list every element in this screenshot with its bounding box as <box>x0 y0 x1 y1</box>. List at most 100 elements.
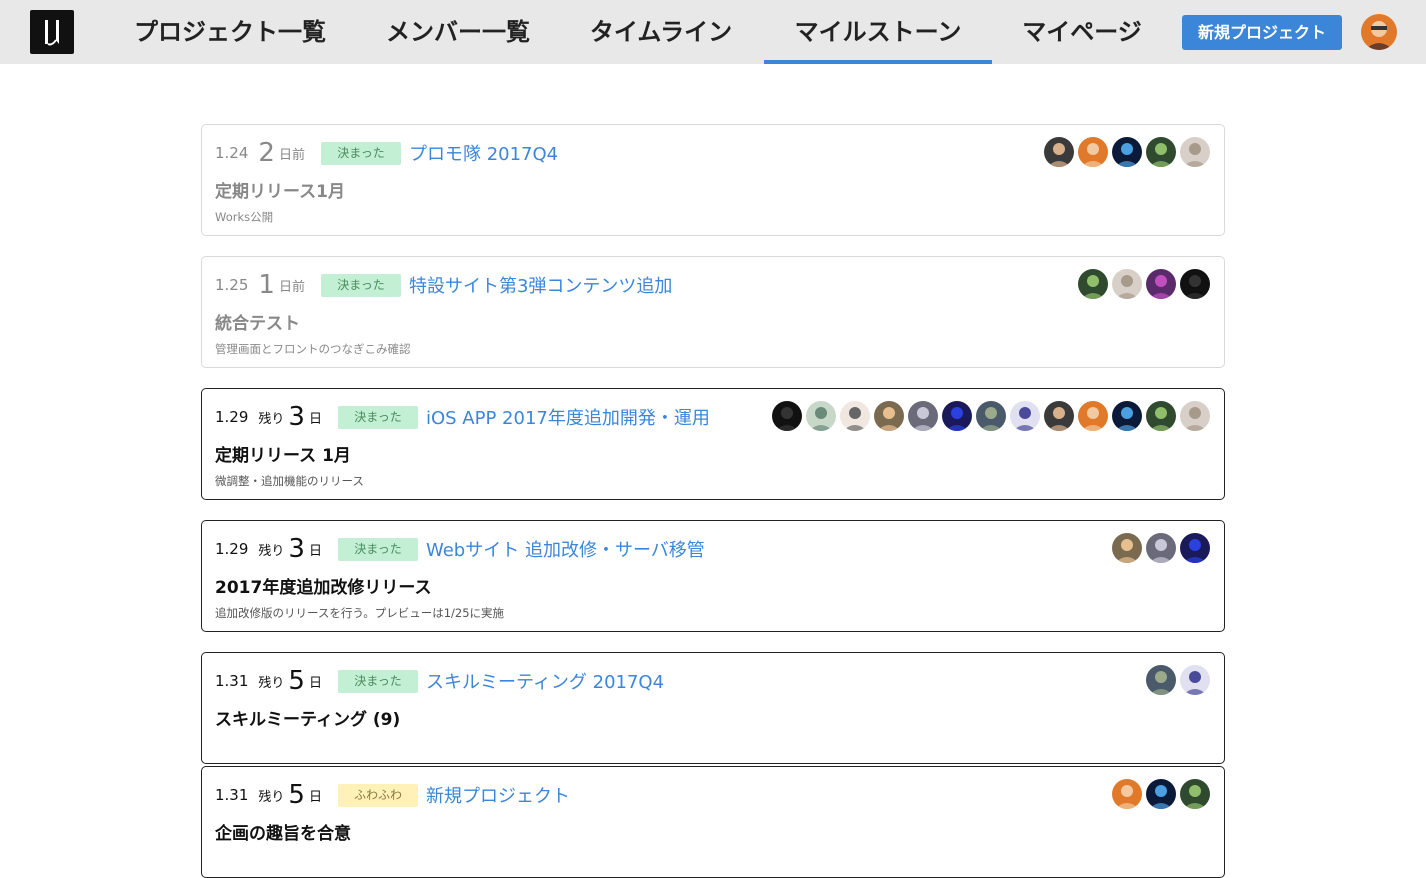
milestone-description: Works公開 <box>215 210 274 224</box>
days-count: 3 <box>288 534 305 564</box>
milestone-description: 追加改修版のリリースを行う。プレビューは1/25に実施 <box>215 606 505 620</box>
member-avatar[interactable] <box>1180 533 1210 563</box>
status-badge: 決まった <box>320 141 401 165</box>
days-suffix: 日 <box>308 675 322 691</box>
days-remaining-prefix: 残り <box>258 789 285 805</box>
status-badge: 決まった <box>320 273 401 297</box>
milestone-header: 1.29 残り 3 日 決まった iOS APP 2017年度追加開発・運用 <box>215 399 710 435</box>
milestone-header: 1.29 残り 3 日 決まった Webサイト 追加改修・サーバ移管 <box>215 531 705 567</box>
milestone-description: 管理画面とフロントのつなぎこみ確認 <box>215 342 411 356</box>
status-badge: 決まった <box>337 405 418 429</box>
milestone-date: 1.29 <box>215 408 249 426</box>
milestone-card[interactable]: 1.29 残り 3 日 決まった Webサイト 追加改修・サーバ移管 2017年… <box>201 520 1225 632</box>
member-avatar[interactable] <box>1112 533 1142 563</box>
member-avatar[interactable] <box>1146 533 1176 563</box>
days-remaining-prefix: 残り <box>258 543 285 559</box>
tab-milestone[interactable]: マイルストーン <box>764 0 992 64</box>
days-remaining-prefix: 残り <box>258 411 285 427</box>
milestone-title: 定期リリース1月 <box>215 182 345 202</box>
days-count: 1 <box>258 270 275 300</box>
new-project-button[interactable]: 新規プロジェクト <box>1182 15 1342 50</box>
user-avatar[interactable] <box>1361 14 1397 50</box>
milestone-header: 1.31 残り 5 日 決まった スキルミーティング 2017Q4 <box>215 663 664 699</box>
tab-timeline[interactable]: タイムライン <box>575 0 747 64</box>
milestone-card[interactable]: 1.31 残り 5 日 決まった スキルミーティング 2017Q4 スキルミーテ… <box>201 652 1225 764</box>
milestone-date: 1.29 <box>215 540 249 558</box>
project-link[interactable]: Webサイト 追加改修・サーバ移管 <box>426 536 705 562</box>
member-avatars <box>772 401 1210 431</box>
milestone-header: 1.31 残り 5 日 ふわふわ 新規プロジェクト <box>215 777 570 813</box>
member-avatar[interactable] <box>1146 401 1176 431</box>
member-avatar[interactable] <box>1146 665 1176 695</box>
member-avatar[interactable] <box>772 401 802 431</box>
status-badge: 決まった <box>337 669 418 693</box>
milestone-title: 定期リリース 1月 <box>215 446 351 466</box>
member-avatars <box>1146 665 1210 695</box>
status-badge: 決まった <box>337 537 418 561</box>
member-avatar[interactable] <box>1180 779 1210 809</box>
days-count: 5 <box>288 780 305 810</box>
milestone-date: 1.31 <box>215 786 249 804</box>
member-avatar[interactable] <box>1180 269 1210 299</box>
project-link[interactable]: iOS APP 2017年度追加開発・運用 <box>426 404 710 430</box>
project-link[interactable]: プロモ隊 2017Q4 <box>409 140 558 166</box>
member-avatar[interactable] <box>1078 137 1108 167</box>
milestone-card[interactable]: 1.31 残り 5 日 ふわふわ 新規プロジェクト 企画の趣旨を合意 <box>201 766 1225 878</box>
member-avatar[interactable] <box>1112 137 1142 167</box>
member-avatars <box>1112 779 1210 809</box>
member-avatars <box>1078 269 1210 299</box>
milestone-card[interactable]: 1.24 2 日前 決まった プロモ隊 2017Q4 定期リリース1月 Work… <box>201 124 1225 236</box>
days-suffix: 日 <box>308 411 322 427</box>
member-avatar[interactable] <box>1112 269 1142 299</box>
member-avatars <box>1112 533 1210 563</box>
days-suffix: 日 <box>308 789 322 805</box>
member-avatar[interactable] <box>1010 401 1040 431</box>
member-avatar[interactable] <box>1112 401 1142 431</box>
member-avatar[interactable] <box>840 401 870 431</box>
member-avatar[interactable] <box>908 401 938 431</box>
milestone-card[interactable]: 1.29 残り 3 日 決まった iOS APP 2017年度追加開発・運用 定… <box>201 388 1225 500</box>
days-remaining-prefix: 残り <box>258 675 285 691</box>
member-avatar[interactable] <box>1078 401 1108 431</box>
member-avatars <box>1044 137 1210 167</box>
member-avatar[interactable] <box>1180 401 1210 431</box>
milestone-card[interactable]: 1.25 1 日前 決まった 特設サイト第3弾コンテンツ追加 統合テスト 管理画… <box>201 256 1225 368</box>
member-avatar[interactable] <box>874 401 904 431</box>
member-avatar[interactable] <box>806 401 836 431</box>
member-avatar[interactable] <box>1146 779 1176 809</box>
status-badge: ふわふわ <box>337 783 418 807</box>
member-avatar[interactable] <box>1044 137 1074 167</box>
tab-project-list[interactable]: プロジェクト一覧 <box>120 0 340 64</box>
milestone-date: 1.31 <box>215 672 249 690</box>
milestone-title: 統合テスト <box>215 314 300 334</box>
member-avatar[interactable] <box>1180 665 1210 695</box>
days-suffix: 日前 <box>278 279 305 295</box>
member-avatar[interactable] <box>1146 137 1176 167</box>
days-suffix: 日前 <box>278 147 305 163</box>
tab-member-list[interactable]: メンバー一覧 <box>372 0 544 64</box>
milestone-header: 1.25 1 日前 決まった 特設サイト第3弾コンテンツ追加 <box>215 267 672 303</box>
milestone-description: 微調整・追加機能のリリース <box>215 474 364 488</box>
days-suffix: 日 <box>308 543 322 559</box>
member-avatar[interactable] <box>1112 779 1142 809</box>
milestone-title: スキルミーティング (9) <box>215 710 401 730</box>
project-link[interactable]: 特設サイト第3弾コンテンツ追加 <box>409 272 672 298</box>
tab-my-page[interactable]: マイページ <box>1010 0 1154 64</box>
days-count: 5 <box>288 666 305 696</box>
member-avatar[interactable] <box>1078 269 1108 299</box>
milestone-date: 1.25 <box>215 276 249 294</box>
milestone-title: 2017年度追加改修リリース <box>215 578 432 598</box>
member-avatar[interactable] <box>1044 401 1074 431</box>
milestone-title: 企画の趣旨を合意 <box>215 824 351 844</box>
milestone-header: 1.24 2 日前 決まった プロモ隊 2017Q4 <box>215 135 558 171</box>
days-count: 2 <box>258 138 275 168</box>
milestone-date: 1.24 <box>215 144 249 162</box>
member-avatar[interactable] <box>1180 137 1210 167</box>
app-logo-icon[interactable] <box>30 10 74 54</box>
member-avatar[interactable] <box>1146 269 1176 299</box>
member-avatar[interactable] <box>942 401 972 431</box>
project-link[interactable]: 新規プロジェクト <box>426 782 570 808</box>
project-link[interactable]: スキルミーティング 2017Q4 <box>426 668 664 694</box>
days-count: 3 <box>288 402 305 432</box>
member-avatar[interactable] <box>976 401 1006 431</box>
